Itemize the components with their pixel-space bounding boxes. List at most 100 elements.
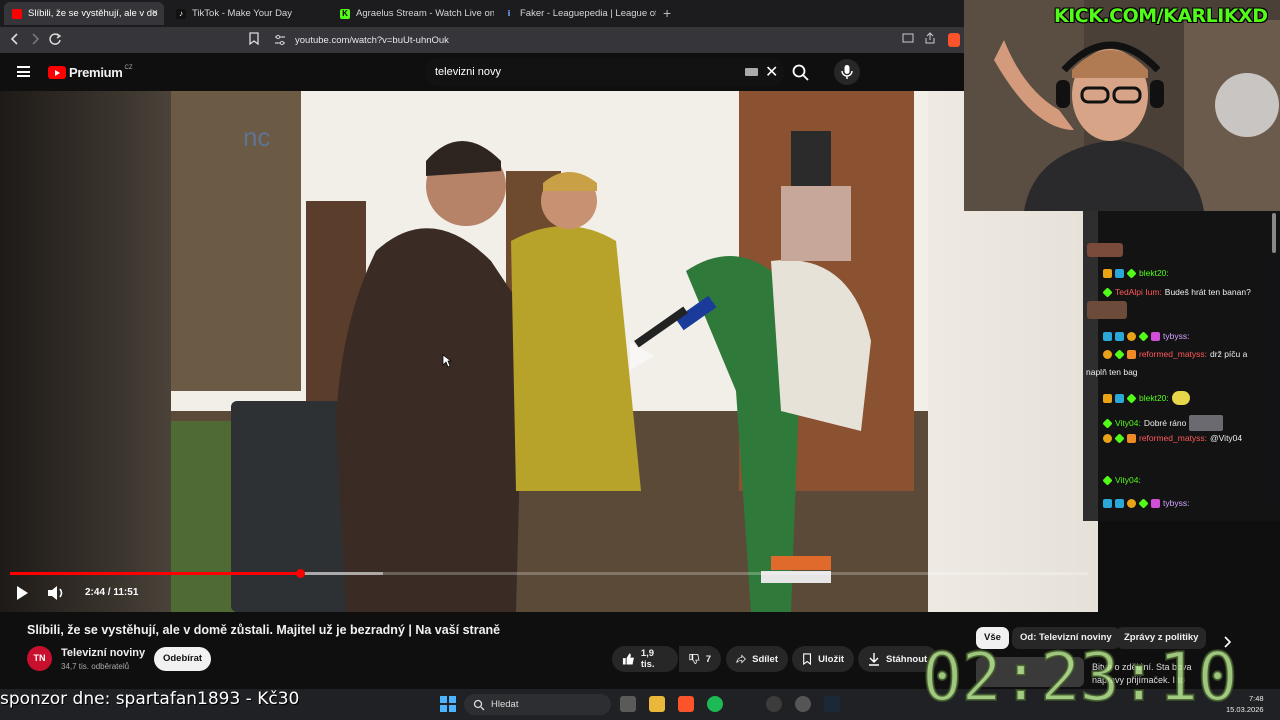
chat-scrollbar[interactable]: [1272, 213, 1276, 253]
chat-message: Vity04: Dobré ráno: [1102, 415, 1224, 431]
tab-label: Agraelus Stream - Watch Live on Kick: [356, 8, 494, 19]
ambient-glow-left: [0, 91, 171, 612]
brave-shield-icon[interactable]: [948, 33, 960, 47]
chat-username: blekt20:: [1139, 393, 1169, 403]
search-input[interactable]: [435, 66, 735, 78]
sub-badge-icon: [1103, 498, 1112, 508]
coin-badge-icon: [1127, 498, 1136, 508]
video-frame[interactable]: nc: [171, 91, 928, 612]
box-badge-icon: [1127, 433, 1136, 443]
windows-start-icon[interactable]: [440, 696, 456, 712]
tab-tiktok[interactable]: ♪ TikTok - Make Your Day: [168, 2, 328, 25]
subscribe-button[interactable]: Odebírat: [154, 647, 211, 671]
channel-name[interactable]: Televizní noviny: [61, 647, 145, 659]
chat-message: blekt20:: [1103, 391, 1190, 405]
file-explorer-icon[interactable]: [649, 696, 665, 712]
save-button[interactable]: Uložit: [792, 646, 854, 672]
sponsor-banner: sponzor dne: spartafan1893 - Kč30: [0, 689, 300, 709]
chat-username: TedAlpi Ium:: [1115, 287, 1162, 297]
brave-browser-icon[interactable]: [678, 696, 694, 712]
box-badge-icon: [1127, 349, 1136, 359]
share-label: Sdílet: [752, 653, 778, 665]
chat-message: TedAlpi Ium: Budeš hrát ten banan?: [1102, 286, 1251, 298]
url-text: youtube.com/watch?v=buUt-uhnOuk: [295, 34, 449, 46]
share-button[interactable]: Sdílet: [726, 646, 788, 672]
chat-username: tybyss:: [1163, 331, 1190, 341]
coin-badge-icon: [1103, 433, 1112, 443]
crown-badge-icon: [1103, 393, 1112, 403]
chat-username: reformed_matyss:: [1139, 433, 1208, 443]
url-field[interactable]: youtube.com/watch?v=buUt-uhnOuk: [242, 30, 882, 50]
coin-badge-icon: [1103, 349, 1112, 359]
microphone-icon: [841, 65, 853, 79]
verified-badge-icon: [1102, 417, 1113, 429]
share-icon[interactable]: [924, 32, 936, 44]
back-icon[interactable]: [10, 32, 20, 46]
youtube-premium-logo[interactable]: Premium CZ: [48, 65, 133, 80]
tab-kick[interactable]: K Agraelus Stream - Watch Live on Kick: [332, 2, 494, 25]
sub-badge-icon: [1115, 268, 1124, 278]
video-player[interactable]: nc 2:44 / 11:51: [0, 91, 1098, 612]
close-icon[interactable]: ×: [152, 7, 158, 19]
tab-youtube[interactable]: Slíbili, že se vystěhují, ale v do ×: [4, 2, 164, 25]
verified-badge-icon: [1138, 330, 1149, 342]
chat-text: Budeš hrát ten banan?: [1164, 287, 1251, 297]
reload-icon[interactable]: [48, 32, 62, 46]
volume-icon[interactable]: [46, 585, 66, 601]
tab-leaguepedia[interactable]: ⅰ Faker - Leaguepedia | League of Lege: [496, 2, 656, 25]
voice-search-button[interactable]: [834, 59, 860, 85]
spotify-icon[interactable]: [707, 696, 723, 712]
tab-label: Slíbili, že se vystěhují, ale v do: [28, 8, 158, 19]
chat-message: reformed_matyss: drž píču a: [1103, 348, 1248, 360]
chat-text: drž píču a: [1210, 349, 1248, 359]
cast-icon[interactable]: [902, 32, 914, 44]
channel-avatar[interactable]: TN: [27, 646, 52, 671]
verified-badge-icon: [1114, 348, 1125, 360]
taskbar-search-label: Hledat: [491, 699, 519, 710]
kick-channel-url: KICK.COM/KARLIKXD: [1054, 5, 1268, 27]
share-arrow-icon: [736, 654, 746, 664]
search-icon[interactable]: [791, 63, 811, 83]
chat-message: blekt20:: [1103, 267, 1172, 279]
gift-badge-icon: [1151, 498, 1160, 508]
youtube-icon: [12, 8, 22, 19]
kick-icon: K: [340, 8, 350, 19]
sub-badge-icon: [1115, 331, 1124, 341]
menu-icon[interactable]: [17, 66, 30, 77]
dislike-button[interactable]: 7: [679, 646, 721, 672]
youtube-header: Premium CZ ✕: [0, 53, 964, 91]
center-play-icon[interactable]: [620, 336, 660, 376]
emote-image: [1171, 391, 1190, 405]
progress-bar[interactable]: [10, 569, 1088, 578]
play-icon[interactable]: [14, 585, 30, 601]
scrubber-handle[interactable]: [295, 569, 305, 578]
thumbs-down-icon: [689, 654, 700, 664]
obs-icon[interactable]: [795, 696, 811, 712]
svg-text:nc: nc: [243, 122, 270, 152]
task-view-icon[interactable]: [620, 696, 636, 712]
forward-icon[interactable]: [30, 32, 40, 46]
chat-text: naplň ten bag: [1086, 367, 1138, 377]
save-bookmark-icon: [803, 653, 811, 666]
chat-message: reformed_matyss: @Vity04: [1103, 432, 1242, 444]
chat-username: Vity04:: [1115, 475, 1141, 485]
save-label: Uložit: [818, 653, 844, 665]
mouse-cursor-icon: [442, 354, 452, 368]
site-settings-icon[interactable]: [274, 34, 286, 46]
chat-username: blekt20:: [1139, 268, 1169, 278]
keyboard-icon[interactable]: [745, 68, 758, 76]
youtube-logo-icon: [48, 66, 66, 79]
new-tab-button[interactable]: +: [663, 5, 671, 21]
time-display: 2:44 / 11:51: [85, 587, 139, 598]
chat-text: Dobré ráno: [1143, 418, 1187, 428]
crown-badge-icon: [1103, 268, 1112, 278]
tab-label: Faker - Leaguepedia | League of Lege: [520, 8, 656, 19]
tiktok-icon: ♪: [176, 8, 186, 19]
steam-icon[interactable]: [824, 696, 840, 712]
emote-image: [1087, 301, 1127, 319]
search-icon: [473, 699, 485, 710]
taskbar-search[interactable]: Hledat: [464, 694, 611, 715]
like-button[interactable]: 1,9 tis.: [612, 646, 678, 672]
app-c-icon[interactable]: [766, 696, 782, 712]
clear-search-icon[interactable]: ✕: [765, 62, 778, 82]
